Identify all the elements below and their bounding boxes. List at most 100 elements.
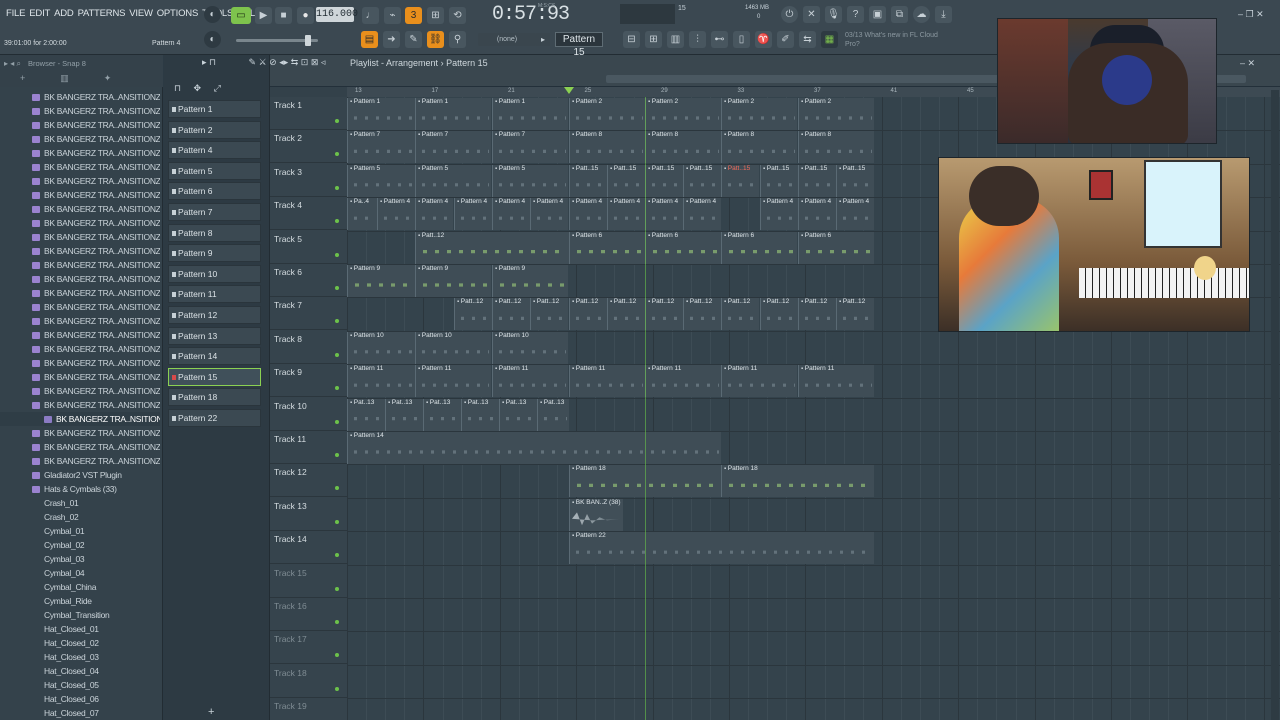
playlist-tools[interactable]: ▸ ⊓ ✎ ⚔ ⊘ ◂▸ ⇆ ⊡ ⊠ ◃	[202, 57, 325, 68]
menu-add[interactable]: ADD	[52, 8, 75, 20]
browser-file[interactable]: Cymbal_03	[0, 552, 160, 566]
browser-folder[interactable]: BK BANGERZ TRA..ANSITIONZ (39)	[0, 426, 160, 440]
pattern-clip[interactable]: Pattern 6	[569, 231, 645, 264]
menu-patterns[interactable]: PATTERNS	[76, 8, 128, 20]
pattern-clip[interactable]: Pat..13	[537, 398, 569, 431]
metronome-icon[interactable]: ♩	[362, 7, 379, 24]
pattern-clip[interactable]: Pattern 4	[530, 198, 568, 231]
pattern-item[interactable]: Pattern 2	[168, 120, 261, 139]
browser-folder[interactable]: BK BANGERZ TRA..ANSITIONZ (40)	[0, 440, 160, 454]
pattern-clip[interactable]: Pattern 4	[683, 198, 721, 231]
tools-icon[interactable]: ✐	[777, 31, 794, 48]
track-header[interactable]: Track 6	[270, 264, 347, 297]
track-header[interactable]: Track 9	[270, 364, 347, 398]
browser-folder[interactable]: BK BANGERZ TRA..ANSITIONZ (26)	[0, 244, 160, 258]
pattern-clip[interactable]: Pattern 7	[347, 131, 415, 164]
pattern-song-toggle[interactable]: ▭	[231, 7, 251, 24]
pattern-item[interactable]: Pattern 11	[168, 285, 261, 304]
browser-folder[interactable]: Hats & Cymbals (33)	[0, 482, 160, 496]
cloud-icon[interactable]: ⇆	[799, 31, 816, 48]
record-button[interactable]: ●	[297, 7, 314, 24]
browser-folder[interactable]: BK BANGERZ TRA..ANSITIONZ (35)	[0, 370, 160, 384]
pattern-clip[interactable]: Patt..15	[836, 164, 874, 197]
file-icon[interactable]: ▯	[733, 31, 750, 48]
browser-folder[interactable]: Gladiator2 VST Plugin	[0, 468, 160, 482]
pattern-clip[interactable]: Pattern 4	[454, 198, 492, 231]
browser-file[interactable]: Cymbal_01	[0, 524, 160, 538]
track-header[interactable]: Track 11	[270, 431, 347, 464]
stamp-icon[interactable]: ⚲	[449, 31, 466, 48]
pattern-clip[interactable]: Pattern 14	[347, 432, 721, 464]
pattern-clip[interactable]: Pattern 6	[645, 231, 721, 264]
pattern-clip[interactable]: Pattern 9	[347, 265, 415, 297]
panic-icon[interactable]: ⏻	[781, 6, 798, 23]
track-mute-icon[interactable]	[335, 519, 339, 524]
pattern-clip[interactable]: Pattern 6	[721, 231, 797, 264]
track-mute-icon[interactable]	[335, 185, 339, 190]
browser-folder[interactable]: BK BANGERZ TRA..ANSITIONZ (33)	[0, 342, 160, 356]
play-button[interactable]: ▶	[255, 7, 272, 24]
pattern-clip[interactable]: Patt..15	[760, 164, 798, 197]
track-mute-icon[interactable]	[335, 653, 339, 658]
pattern-clip[interactable]: Patt..12	[415, 231, 569, 264]
pattern-clip[interactable]: Pattern 5	[347, 164, 415, 197]
browser-folder[interactable]: BK BANGERZ TRA..ANSITIONZ (36)	[0, 384, 160, 398]
track-header[interactable]: Track 15	[270, 565, 347, 598]
track-header[interactable]: Track 13	[270, 498, 347, 531]
pattern-clip[interactable]: Pattern 4	[607, 198, 645, 231]
pattern-clip[interactable]: Pattern 2	[645, 98, 721, 130]
pattern-item[interactable]: Pattern 7	[168, 203, 261, 221]
pattern-clip[interactable]: Pattern 11	[798, 365, 874, 398]
pattern-clip[interactable]: Pattern 2	[569, 98, 645, 130]
pattern-clip[interactable]: Pattern 2	[798, 98, 874, 130]
browser-folder[interactable]: BK BANGERZ TRA..ANSITIONZ (18)	[0, 132, 160, 146]
pattern-clip[interactable]: Pattern 6	[798, 231, 874, 264]
pattern-clip[interactable]: Patt..12	[454, 298, 492, 331]
pattern-clip[interactable]: Pattern 10	[492, 331, 568, 364]
browser-folder[interactable]: BK BANGERZ TRA..ANSITIONZ (25)	[0, 230, 160, 244]
pattern-picker-icons[interactable]: ⊓ ✥ ⤢	[174, 83, 221, 94]
browser-folder[interactable]: BK BANGERZ TRA..ANSITIONZ (21)	[0, 174, 160, 188]
browser-file[interactable]: Hat_Closed_06	[0, 692, 160, 706]
menu-options[interactable]: OPTIONS	[155, 8, 200, 20]
playlist-window-controls[interactable]: ‒ ✕	[1240, 58, 1255, 69]
track-mute-icon[interactable]	[335, 453, 339, 457]
track-mute-icon[interactable]	[335, 486, 339, 491]
pattern-clip[interactable]: Patt..15	[607, 164, 645, 197]
track-mute-icon[interactable]	[335, 319, 339, 324]
browser-file[interactable]: Crash_02	[0, 510, 160, 524]
track-header[interactable]: Track 4	[270, 197, 347, 231]
pencil-icon[interactable]: ✎	[405, 31, 422, 48]
pattern-item[interactable]: Pattern 6	[168, 182, 261, 201]
track-mute-icon[interactable]	[335, 219, 339, 224]
pattern-clip[interactable]: Pattern 11	[721, 365, 797, 398]
pattern-item[interactable]: Pattern 15	[168, 367, 261, 386]
pattern-item[interactable]: Pattern 22	[168, 409, 261, 427]
pattern-clip[interactable]: Patt..12	[836, 298, 874, 331]
browser-folder[interactable]: BK BANGERZ TRA..ANSITIONZ (17)	[0, 118, 160, 132]
browser-folder[interactable]: BK BANGERZ TRA..ANSITIONZ (15)	[0, 90, 160, 104]
master-pitch-knob[interactable]: ◐	[204, 6, 221, 23]
pattern-clip[interactable]: Pattern 11	[347, 365, 415, 398]
track-mute-icon[interactable]	[335, 686, 339, 691]
pattern-clip[interactable]: Patt..12	[530, 298, 568, 331]
track-header[interactable]: Track 17	[270, 631, 347, 665]
audio-clip[interactable]: BK BAN..Z (38)	[569, 498, 623, 531]
track-header[interactable]: Track 2	[270, 130, 347, 164]
download-icon[interactable]: ⤓	[935, 6, 952, 23]
pattern-clip[interactable]: Patt..12	[683, 298, 721, 331]
pattern-clip[interactable]: Pattern 4	[836, 198, 874, 231]
pattern-clip[interactable]: Pattern 4	[492, 198, 530, 231]
browser-file[interactable]: Hat_Closed_02	[0, 636, 160, 650]
pattern-item[interactable]: Pattern 8	[168, 223, 261, 242]
pattern-clip[interactable]: Pattern 8	[798, 131, 874, 164]
browser-file[interactable]: Hat_Closed_05	[0, 678, 160, 692]
browser-folder[interactable]: BK BANGERZ TRA..ANSITIONZ (22)	[0, 188, 160, 202]
playhead-marker[interactable]	[564, 87, 574, 94]
browser-folder[interactable]: BK BANGERZ TRA..ANSITIONZ (34)	[0, 356, 160, 370]
pattern-clip[interactable]: Pattern 7	[415, 131, 491, 164]
track-mute-icon[interactable]	[335, 386, 339, 391]
pattern-clip[interactable]: Pattern 4	[377, 198, 415, 231]
browser-folder[interactable]: BK BANGERZ TRA..ANSITIONZ (19)	[0, 146, 160, 160]
mixer-icon[interactable]: ✕	[803, 6, 820, 23]
